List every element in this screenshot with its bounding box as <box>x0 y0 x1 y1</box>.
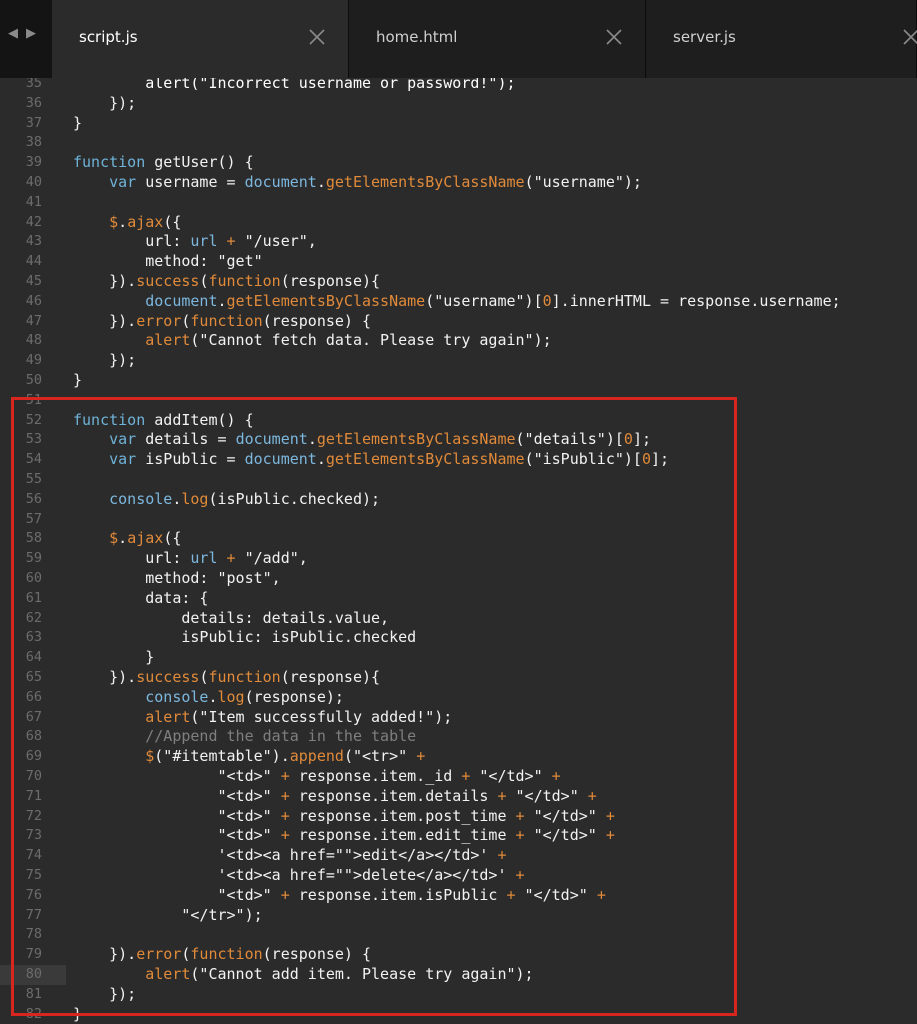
code-line[interactable]: 50} <box>0 371 917 391</box>
code-text: $.ajax({ <box>109 212 182 231</box>
line-number: 43 <box>25 233 42 250</box>
line-number: 46 <box>25 292 42 309</box>
highlight-box <box>11 397 737 1016</box>
tab-script-js[interactable]: script.js <box>52 0 349 78</box>
code-text: }).error(function(response) { <box>73 311 372 330</box>
line-number: 40 <box>25 174 42 190</box>
line-number: 48 <box>25 332 42 349</box>
code-line[interactable]: 36 }); <box>0 94 917 114</box>
code-text: function getUser() { <box>73 153 254 172</box>
code-text: }).success(function(response){ <box>73 272 381 290</box>
code-text: }); <box>73 93 137 112</box>
code-text: }); <box>73 351 137 370</box>
code-line[interactable]: 35 alert("Incorrect username or password… <box>0 78 917 94</box>
chevron-left-icon[interactable]: ◀ <box>8 26 18 48</box>
tab-bar: ◀ ▶ script.js home.html server.js <box>0 0 917 78</box>
code-line[interactable]: 48 alert("Cannot fetch data. Please try … <box>0 331 917 351</box>
line-number: 42 <box>25 213 42 230</box>
line-number: 41 <box>25 193 42 210</box>
code-line[interactable]: 38 <box>0 133 917 153</box>
close-icon[interactable] <box>307 27 327 47</box>
code-line[interactable]: 46 document.getElementsByClassName("user… <box>0 292 917 312</box>
line-number: 38 <box>25 134 42 151</box>
line-number: 35 <box>25 78 42 91</box>
code-text: document.getElementsByClassName("usernam… <box>145 291 841 310</box>
code-text: url: url + "/user", <box>73 232 317 251</box>
line-number: 47 <box>25 312 42 329</box>
tab-label: home.html <box>376 28 458 46</box>
code-line[interactable]: 43 url: url + "/user", <box>0 232 917 252</box>
line-number: 39 <box>25 154 42 171</box>
line-number: 49 <box>25 352 42 369</box>
line-number: 50 <box>25 372 42 388</box>
tab-server-js[interactable]: server.js <box>646 0 917 78</box>
code-line[interactable]: 45 }).success(function(response){ <box>0 272 917 292</box>
tab-home-html[interactable]: home.html <box>349 0 646 78</box>
tab-nav-arrows[interactable]: ◀ ▶ <box>8 26 36 48</box>
line-number: 45 <box>25 273 42 289</box>
code-line[interactable]: 44 method: "get" <box>0 252 917 272</box>
line-number: 36 <box>25 94 42 111</box>
code-text: } <box>73 113 83 132</box>
close-icon[interactable] <box>604 27 624 47</box>
code-line[interactable]: 37} <box>0 114 917 134</box>
close-icon[interactable] <box>901 27 917 47</box>
line-number: 37 <box>25 114 42 131</box>
code-text: alert("Incorrect username or password!")… <box>145 78 516 92</box>
code-text: } <box>73 371 83 389</box>
code-text: method: "get" <box>73 252 263 271</box>
code-text: alert("Cannot fetch data. Please try aga… <box>145 331 552 350</box>
code-line[interactable]: 39 function getUser() { <box>0 153 917 173</box>
line-number: 44 <box>25 253 42 270</box>
code-line[interactable]: 47 }).error(function(response) { <box>0 312 917 332</box>
tab-label: script.js <box>79 28 138 46</box>
code-line[interactable]: 40 var username = document.getElementsBy… <box>0 173 917 193</box>
tab-label: server.js <box>673 28 736 46</box>
code-line[interactable]: 49 }); <box>0 351 917 371</box>
chevron-right-icon[interactable]: ▶ <box>26 26 36 48</box>
code-line[interactable]: 41 <box>0 193 917 213</box>
code-text: var username = document.getElementsByCla… <box>109 173 642 191</box>
code-line[interactable]: 42 $.ajax({ <box>0 213 917 233</box>
